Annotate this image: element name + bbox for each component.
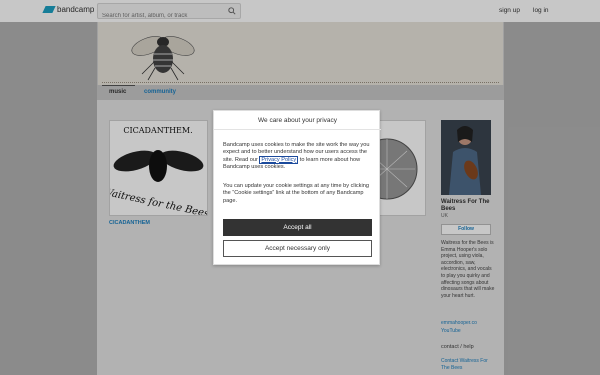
dialog-title: We care about your privacy bbox=[214, 111, 381, 130]
dialog-settings-text: You can update your cookie settings at a… bbox=[223, 183, 369, 204]
cookie-consent-dialog: We care about your privacy Bandcamp uses… bbox=[213, 110, 381, 265]
dialog-body: Bandcamp uses cookies to make the site w… bbox=[223, 142, 373, 171]
accept-necessary-button[interactable]: Accept necessary only bbox=[223, 240, 372, 257]
accept-all-button[interactable]: Accept all bbox=[223, 219, 372, 236]
privacy-policy-link[interactable]: Privacy Policy bbox=[259, 155, 299, 164]
